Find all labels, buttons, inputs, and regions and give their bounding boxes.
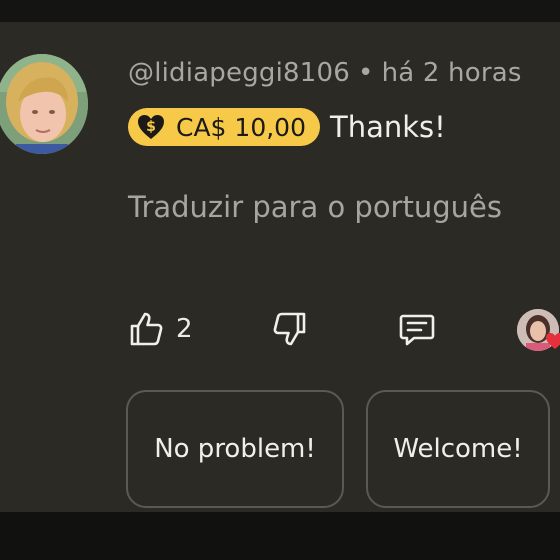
- dislike-button[interactable]: [272, 310, 308, 348]
- reply-button[interactable]: [398, 310, 436, 348]
- reply-comment-icon: [399, 314, 435, 346]
- commenter-avatar[interactable]: [0, 54, 88, 154]
- avatar-photo: [0, 54, 88, 154]
- username[interactable]: @lidiapeggi8106: [128, 58, 350, 88]
- meta-separator: •: [358, 58, 374, 88]
- like-count: 2: [176, 314, 193, 344]
- suggested-reply-chip[interactable]: Welcome!: [366, 390, 550, 508]
- comment-body: $ CA$ 10,00 Thanks!: [128, 108, 446, 146]
- timestamp: há 2 horas: [381, 58, 522, 88]
- comment-meta: @lidiapeggi8106 • há 2 horas: [128, 58, 522, 88]
- super-thanks-heart-dollar-icon: $: [138, 115, 164, 139]
- bottom-bar: [0, 512, 560, 560]
- translate-link[interactable]: Traduzir para o português: [128, 190, 502, 224]
- comment-text: Thanks!: [329, 110, 446, 144]
- top-bar: [0, 0, 560, 22]
- super-thanks-badge: $ CA$ 10,00: [128, 108, 320, 146]
- heart-icon: [546, 333, 560, 349]
- thumb-up-icon: [130, 312, 163, 346]
- app-frame: @lidiapeggi8106 • há 2 horas $ CA$ 10,00 T…: [0, 0, 560, 560]
- suggested-reply-chip[interactable]: No problem!: [126, 390, 344, 508]
- thumb-down-icon: [273, 312, 306, 346]
- super-thanks-amount: CA$ 10,00: [176, 112, 306, 142]
- like-button[interactable]: 2: [128, 310, 193, 348]
- svg-text:$: $: [146, 119, 156, 135]
